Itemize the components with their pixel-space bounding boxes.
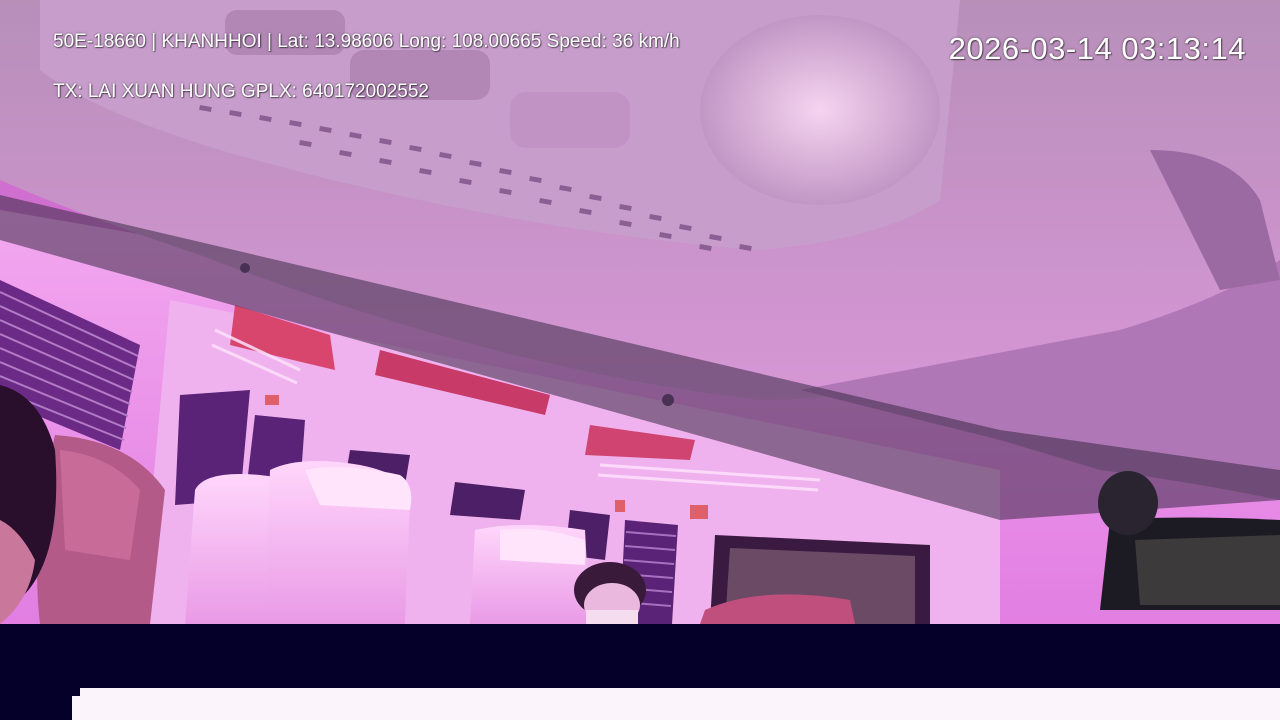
dome-lamp bbox=[700, 15, 940, 205]
driver-info-overlay: TX: LAI XUAN HUNG GPLX: 640172002552 bbox=[53, 81, 429, 102]
vehicle-info-overlay: 50E-18660 | KHANHHOI | Lat: 13.98606 Lon… bbox=[53, 31, 680, 52]
camera-view: 50E-18660 | KHANHHOI | Lat: 13.98606 Lon… bbox=[0, 0, 1280, 624]
bottom-strip-notch bbox=[72, 696, 80, 720]
timestamp-overlay: 2026-03-14 03:13:14 bbox=[948, 31, 1246, 66]
bottom-white-strip bbox=[80, 688, 1280, 720]
dashcam-frame: 50E-18660 | KHANHHOI | Lat: 13.98606 Lon… bbox=[0, 0, 1280, 720]
